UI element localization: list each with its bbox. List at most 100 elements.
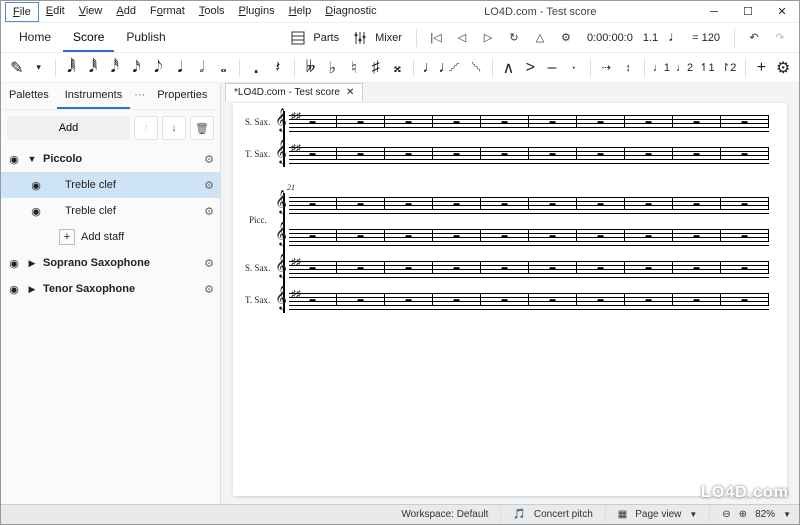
gear-icon[interactable]: ⚙ (204, 283, 214, 296)
duration-8th[interactable]: 𝅘𝅥𝅯 (129, 59, 145, 77)
toolbar-settings-icon[interactable]: ⚙ (775, 58, 791, 78)
document-tab[interactable]: *LO4D.com - Test score ✕ (225, 83, 363, 101)
tempo-value[interactable]: = 120 (692, 32, 720, 44)
expand-icon[interactable]: ▶ (27, 284, 37, 295)
add-staff-button[interactable]: + Add staff (1, 224, 220, 250)
menu-edit[interactable]: Edit (39, 2, 72, 22)
duration-breve[interactable]: 𝅝 (216, 59, 232, 77)
duration-64th[interactable]: 𝅘𝅥𝅲 (63, 59, 79, 77)
zoom-in-button[interactable]: ⊕ (739, 509, 747, 520)
visibility-icon[interactable]: ◉ (29, 205, 43, 218)
duration-whole[interactable]: 𝅗𝅥 (194, 59, 210, 77)
tie-button[interactable]: ♩♩ (422, 59, 440, 77)
move-down-button[interactable]: ↓ (162, 116, 186, 140)
tree-item-treble-1[interactable]: ◉ Treble clef ⚙ (1, 172, 220, 198)
menu-tools[interactable]: Tools (192, 2, 232, 22)
visibility-icon[interactable]: ◉ (7, 153, 21, 166)
sidebar-tab-instruments[interactable]: Instruments (57, 83, 130, 109)
gear-icon[interactable]: ⚙ (204, 179, 214, 192)
add-button[interactable]: + (754, 59, 770, 77)
minimize-button[interactable]: ─ (697, 1, 731, 23)
gear-icon[interactable]: ⚙ (204, 205, 214, 218)
marcato[interactable]: ∧ (501, 58, 517, 78)
visibility-icon[interactable]: ◉ (7, 283, 21, 296)
tree-item-soprano[interactable]: ◉ ▶ Soprano Saxophone ⚙ (1, 250, 220, 276)
close-button[interactable]: ✕ (765, 1, 799, 23)
menu-diagnostic[interactable]: Diagnostic (318, 2, 383, 22)
natural[interactable]: ♮ (346, 58, 362, 78)
flat[interactable]: ♭ (324, 58, 340, 78)
tuplet-button[interactable]: ⇢ (599, 61, 615, 74)
accent[interactable]: > (522, 59, 538, 77)
double-sharp[interactable]: 𝄪 (390, 59, 406, 77)
voice-4[interactable]: ↾2 (721, 61, 737, 74)
parts-label[interactable]: Parts (313, 32, 339, 44)
page-view-icon[interactable]: ▦ (618, 509, 627, 520)
rewind-button[interactable]: |◁ (425, 27, 447, 49)
menu-format[interactable]: Format (143, 2, 192, 22)
rest-button[interactable]: 𝄽 (270, 59, 286, 77)
gear-icon[interactable]: ⚙ (204, 153, 214, 166)
undo-button[interactable]: ↶ (743, 27, 765, 49)
tenuto[interactable]: – (544, 59, 560, 77)
dropdown-icon[interactable]: ▼ (689, 510, 697, 519)
add-instrument-button[interactable]: Add (7, 116, 130, 140)
duration-16th[interactable]: 𝅘𝅥𝅰 (107, 59, 123, 77)
zoom-level[interactable]: 82% (755, 509, 775, 520)
play-button[interactable]: ▷ (477, 27, 499, 49)
maximize-button[interactable]: ☐ (731, 1, 765, 23)
sharp[interactable]: ♯ (368, 59, 384, 77)
tab-home[interactable]: Home (9, 24, 61, 52)
staccato[interactable]: · (566, 59, 582, 77)
sidebar-tab-properties[interactable]: Properties (149, 83, 215, 109)
expand-icon[interactable]: ▶ (27, 258, 37, 269)
visibility-icon[interactable]: ◉ (29, 179, 43, 192)
voice-3[interactable]: ↿1 (699, 61, 715, 74)
menu-plugins[interactable]: Plugins (232, 2, 282, 22)
concert-pitch-toggle[interactable]: Concert pitch (534, 509, 593, 520)
sidebar-tab-palettes[interactable]: Palettes (1, 83, 57, 109)
delete-button[interactable]: 🗑 (190, 116, 214, 140)
visibility-icon[interactable]: ◉ (7, 257, 21, 270)
tree-item-treble-2[interactable]: ◉ Treble clef ⚙ (1, 198, 220, 224)
tree-item-tenor[interactable]: ◉ ▶ Tenor Saxophone ⚙ (1, 276, 220, 302)
gear-icon[interactable]: ⚙ (204, 257, 214, 270)
mixer-icon[interactable] (349, 27, 371, 49)
dropdown-icon[interactable]: ▼ (783, 510, 791, 519)
move-up-button[interactable]: ↑ (134, 116, 158, 140)
back-button[interactable]: ◁ (451, 27, 473, 49)
tab-publish[interactable]: Publish (116, 24, 175, 52)
close-tab-icon[interactable]: ✕ (346, 87, 354, 98)
slur-button[interactable]: 𝆱 (446, 59, 462, 77)
redo-button[interactable]: ↷ (769, 27, 791, 49)
score-canvas[interactable]: *LO4D.com - Test score ✕ S. Sax. 𝄞 ♯♯ T.… (221, 83, 799, 504)
workspace-label[interactable]: Workspace: Default (401, 509, 488, 520)
voice-1[interactable]: ♩1 (653, 62, 670, 74)
voice-2[interactable]: ♩2 (676, 62, 693, 74)
page-view-dropdown[interactable]: Page view (635, 509, 681, 520)
pencil-icon[interactable]: ✎ (9, 58, 25, 78)
parts-icon[interactable] (287, 27, 309, 49)
menu-view[interactable]: View (72, 2, 110, 22)
menu-file[interactable]: File (5, 2, 39, 22)
double-flat[interactable]: 𝄫 (303, 59, 319, 77)
mixer-label[interactable]: Mixer (375, 32, 402, 44)
duration-half[interactable]: 𝅘𝅥 (172, 59, 188, 77)
duration-quarter[interactable]: 𝅘𝅥𝅮 (150, 59, 166, 77)
tree-item-piccolo[interactable]: ◉ ▼ Piccolo ⚙ (1, 146, 220, 172)
tab-score[interactable]: Score (63, 24, 114, 52)
flip-button[interactable]: ↕ (620, 62, 636, 74)
tuning-fork-icon[interactable]: 🎵 (513, 509, 525, 520)
expand-icon[interactable]: ▼ (27, 154, 37, 164)
playback-settings-icon[interactable]: ⚙ (555, 27, 577, 49)
loop-button[interactable]: ↻ (503, 27, 525, 49)
menu-add[interactable]: Add (109, 2, 143, 22)
metronome-button[interactable]: △ (529, 27, 551, 49)
dot-button[interactable]: . (248, 57, 264, 78)
menu-help[interactable]: Help (282, 2, 319, 22)
zoom-out-button[interactable]: ⊖ (722, 509, 730, 520)
sidebar-tab-overflow[interactable]: ··· (130, 83, 149, 109)
input-dropdown-icon[interactable]: ▾ (31, 62, 47, 73)
slur2-button[interactable]: 𝆲 (468, 59, 484, 77)
duration-32nd[interactable]: 𝅘𝅥𝅱 (85, 59, 101, 77)
